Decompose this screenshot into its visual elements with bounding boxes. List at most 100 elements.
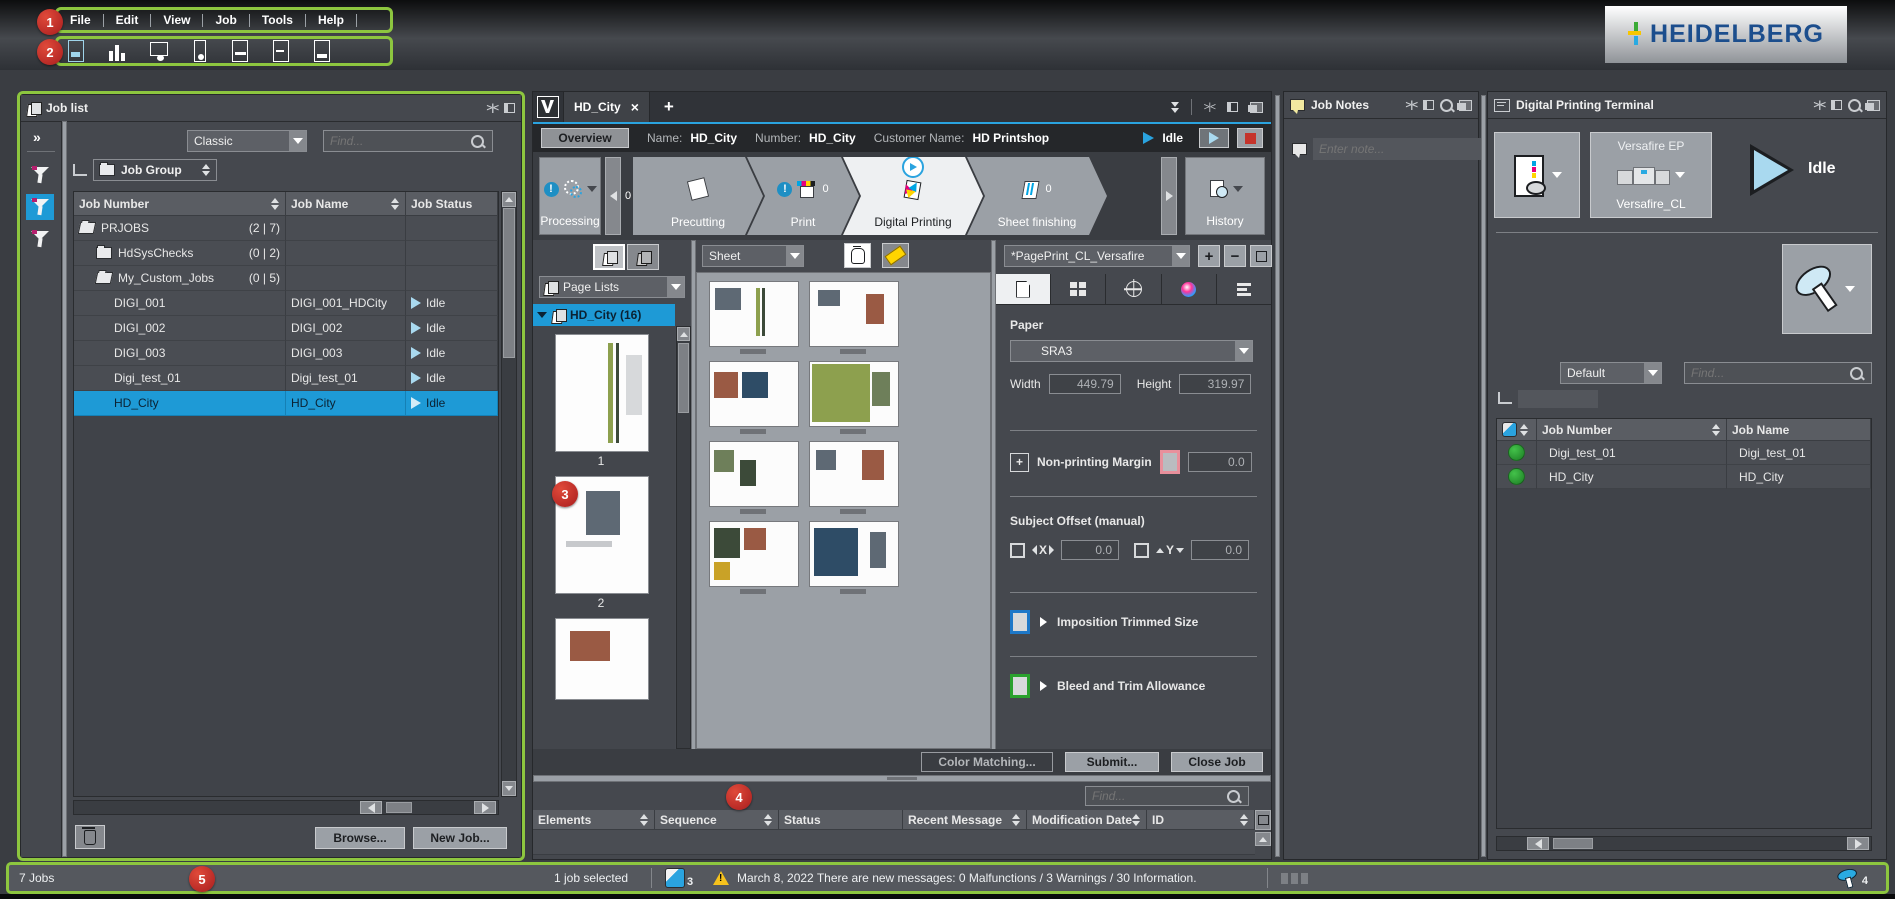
sheet-thumbnail[interactable] (709, 361, 799, 427)
col-id[interactable]: ID (1147, 810, 1255, 830)
sort-icon[interactable] (640, 814, 649, 826)
undock-panel-icon[interactable] (1867, 100, 1880, 111)
dock-panel-icon[interactable] (1227, 102, 1238, 112)
press-type-button[interactable] (1494, 132, 1580, 218)
collapse-panel-icon[interactable]: >|< (1204, 102, 1215, 113)
hand-tool-button-selected[interactable] (844, 243, 871, 268)
status-message[interactable]: March 8, 2022 There are new messages: 0 … (737, 871, 1197, 885)
measure-tool-button[interactable] (882, 243, 909, 268)
menu-help[interactable]: Help (306, 13, 356, 27)
sort-icon[interactable] (1520, 424, 1529, 436)
rename-document-tool-icon[interactable] (230, 40, 250, 62)
sort-icon[interactable] (764, 814, 773, 826)
col-recent-message[interactable]: Recent Message (903, 810, 1027, 830)
undock-panel-icon[interactable] (1250, 102, 1263, 113)
note-input-wrap[interactable] (1313, 138, 1482, 160)
color-matching-button[interactable]: Color Matching... (921, 752, 1053, 772)
messages-indicator[interactable]: 3 (665, 868, 693, 888)
sheet-thumbnail[interactable] (809, 281, 899, 347)
overview-button[interactable]: Overview (541, 128, 629, 148)
step-print[interactable]: ! 0 Print (747, 157, 859, 235)
offset-y-checkbox[interactable] (1134, 543, 1149, 558)
statistics-tool-icon[interactable] (107, 40, 127, 62)
collapse-panel-icon[interactable]: >|< (1406, 100, 1417, 111)
terminal-view-select[interactable]: Default (1560, 362, 1662, 384)
printer-settings-tool-icon[interactable] (189, 40, 209, 62)
tab-hd-city[interactable]: HD_City × (563, 92, 650, 122)
scroll-thumb[interactable] (1553, 838, 1593, 849)
horizontal-splitter[interactable] (533, 775, 1271, 782)
add-preset-button[interactable]: + (1198, 245, 1220, 267)
sheet-thumbnail[interactable] (709, 521, 799, 587)
maximize-preset-button[interactable] (1250, 245, 1272, 267)
sheets-view-button[interactable] (627, 244, 659, 270)
output-filter-button[interactable] (1782, 244, 1872, 334)
table-settings-icon[interactable] (1255, 810, 1271, 830)
step-sheet-finishing[interactable]: 0 Sheet finishing (967, 157, 1107, 235)
remove-preset-button[interactable]: − (1224, 245, 1246, 267)
sort-icon[interactable] (1240, 814, 1249, 826)
tab-imposition[interactable] (1051, 274, 1106, 304)
menu-view[interactable]: View (151, 13, 202, 27)
scroll-thumb[interactable] (678, 343, 689, 413)
job-list-tool-icon[interactable] (66, 40, 86, 62)
scroll-left-button[interactable] (1527, 837, 1549, 850)
page-thumbnail-partial[interactable] (555, 618, 649, 700)
expand-section-icon[interactable] (1040, 617, 1047, 627)
terminal-find-input[interactable] (1685, 366, 1850, 380)
expand-section-icon[interactable] (1040, 681, 1047, 691)
tab-list[interactable] (1217, 274, 1271, 304)
pages-view-button-selected[interactable] (593, 244, 625, 270)
imposition-trim-swatch[interactable] (1010, 610, 1030, 634)
tab-paper-selected[interactable] (996, 274, 1051, 304)
tab-marks[interactable] (1106, 274, 1161, 304)
sheet-thumbnail[interactable] (809, 361, 899, 427)
sheet-thumbnail[interactable] (709, 441, 799, 507)
sort-icon[interactable] (1132, 814, 1141, 826)
pin-search-icon[interactable] (1848, 99, 1861, 112)
menu-tools[interactable]: Tools (250, 13, 305, 27)
panel-splitter[interactable] (1275, 95, 1280, 857)
document-note-tool-icon[interactable] (271, 40, 291, 62)
offset-x-input[interactable] (1061, 540, 1119, 560)
margin-color-swatch[interactable] (1160, 450, 1180, 474)
bleed-trim-swatch[interactable] (1010, 674, 1030, 698)
system-settings-tool-icon[interactable] (148, 40, 168, 62)
scroll-right-button[interactable] (1847, 837, 1869, 850)
stop-job-button[interactable] (1237, 128, 1263, 148)
terminal-find[interactable] (1684, 362, 1872, 384)
terminal-group-select[interactable] (1518, 390, 1598, 408)
outbox-indicator[interactable]: 4 (1838, 869, 1868, 887)
pin-search-icon[interactable] (1440, 99, 1453, 112)
sheet-thumbnail[interactable] (809, 521, 899, 587)
paper-height-input[interactable] (1179, 374, 1251, 394)
dock-panel-icon[interactable] (1423, 100, 1434, 110)
page-list-tree-item-selected[interactable]: HD_City (16) (533, 304, 675, 326)
step-precutting[interactable]: Precutting (633, 157, 763, 235)
page-list-vscrollbar[interactable] (676, 326, 691, 749)
elements-find[interactable] (1085, 786, 1249, 806)
close-job-button[interactable]: Close Job (1171, 752, 1263, 772)
sheet-thumbnail[interactable] (709, 281, 799, 347)
offset-y-input[interactable] (1191, 540, 1249, 560)
step-digital-printing-selected[interactable]: Digital Printing (843, 157, 983, 235)
document-link-tool-icon[interactable] (312, 40, 332, 62)
col-terminal-job-number[interactable]: Job Number (1537, 419, 1727, 441)
imposition-preset-select[interactable]: *PagePrint_CL_Versafire (1004, 245, 1190, 267)
scroll-up-button[interactable] (1255, 832, 1271, 846)
elements-find-input[interactable] (1086, 789, 1227, 803)
step-processing[interactable]: ! Processing (539, 157, 601, 235)
chain-scroll-left-button[interactable] (605, 157, 621, 235)
tab-overflow-icon[interactable] (1171, 102, 1179, 113)
new-tab-button[interactable]: + (650, 92, 688, 122)
sort-icon[interactable] (1012, 814, 1021, 826)
menu-job[interactable]: Job (203, 13, 248, 27)
menu-file[interactable]: File (58, 13, 103, 27)
terminal-row[interactable]: HD_City HD_City (1497, 465, 1871, 489)
sheet-canvas[interactable] (696, 272, 991, 749)
col-status[interactable]: Status (779, 810, 903, 830)
terminal-hscrollbar[interactable] (1496, 836, 1872, 851)
sheet-thumbnail[interactable] (809, 441, 899, 507)
sheet-view-select[interactable]: Sheet (702, 245, 804, 267)
col-modification-date[interactable]: Modification Date (1027, 810, 1147, 830)
